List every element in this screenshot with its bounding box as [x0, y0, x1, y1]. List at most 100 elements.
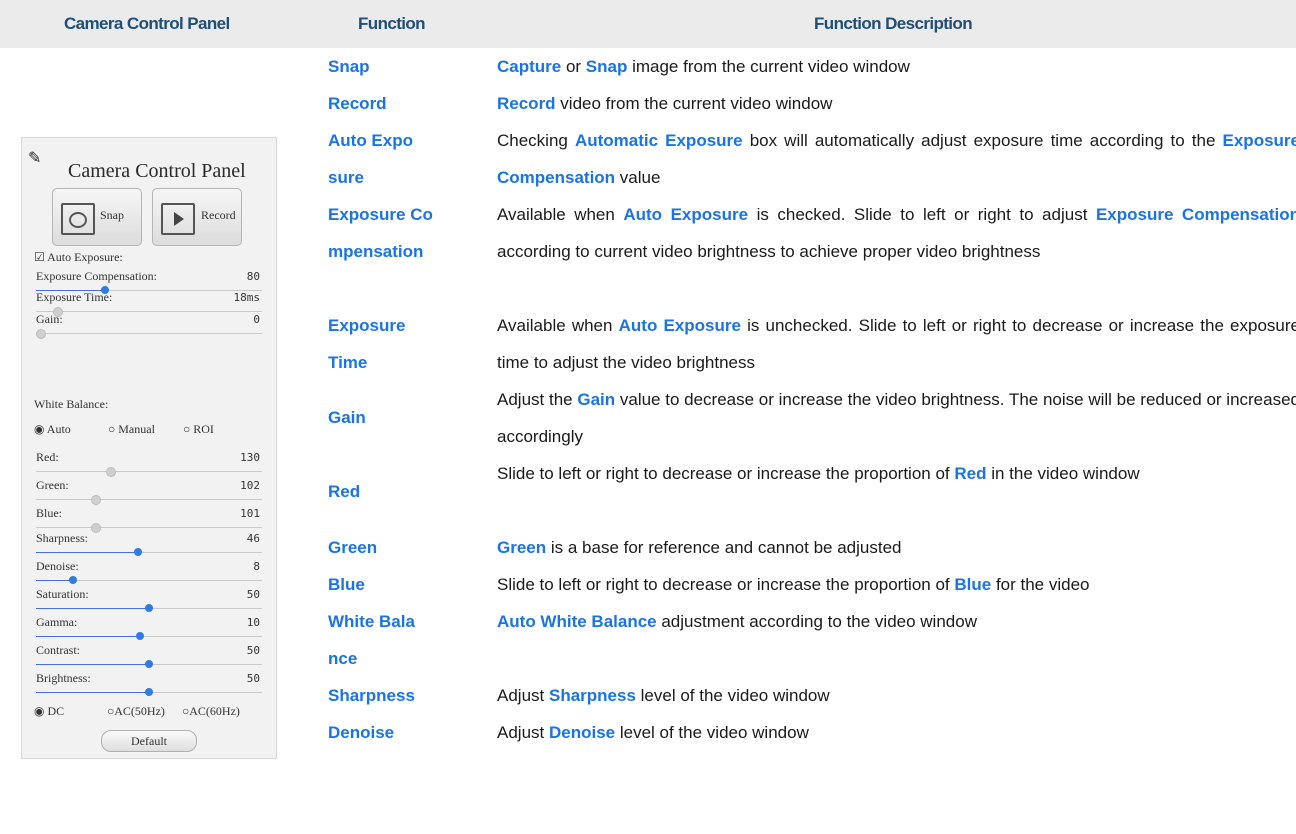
function-description: Adjust Sharpness level of the video wind… — [497, 686, 830, 705]
camera-icon — [61, 203, 95, 235]
header-function-description: Function Description — [814, 14, 973, 33]
slider-track[interactable] — [36, 548, 262, 556]
highlight-term: Snap — [585, 57, 628, 76]
function-description: Available when Auto Exposure is unchecke… — [497, 316, 1296, 372]
highlight-term: Auto Exposure — [618, 316, 741, 335]
highlight-term: Exposure Compensation — [1095, 205, 1296, 224]
slider-value: 50 — [246, 588, 260, 601]
function-description: Green is a base for reference and cannot… — [497, 538, 902, 557]
function-name: White Balance — [328, 612, 415, 668]
slider-label: Exposure Compensation: — [36, 269, 157, 283]
slider-value: 46 — [246, 532, 260, 545]
slider-label: Sharpness: — [36, 531, 88, 545]
function-name: Sharpness — [328, 686, 415, 705]
highlight-term: Record — [497, 94, 556, 113]
slider-knob[interactable] — [145, 660, 153, 668]
record-button-label: Record — [201, 208, 236, 222]
slider-label: Contrast: — [36, 643, 80, 657]
function-name: Record — [328, 94, 387, 113]
slider-value: 101 — [240, 507, 260, 520]
function-name: Auto Exposure — [328, 131, 413, 187]
snap-button[interactable]: Snap — [52, 188, 142, 246]
slider-value: 18ms — [233, 291, 261, 304]
function-name: Snap — [328, 57, 370, 76]
highlight-term: Denoise — [548, 723, 616, 742]
slider-track[interactable] — [36, 523, 262, 533]
function-name: Denoise — [328, 723, 395, 742]
wb-auto-radio[interactable]: ◉ Auto — [34, 422, 71, 437]
function-description: Available when Auto Exposure is checked.… — [497, 196, 1296, 270]
slider-knob[interactable] — [91, 523, 101, 533]
function-description: Slide to left or right to decrease or in… — [497, 575, 1090, 594]
slider-track[interactable] — [36, 632, 262, 640]
slider-knob[interactable] — [69, 576, 77, 584]
slider-knob[interactable] — [145, 688, 153, 696]
slider-track[interactable] — [36, 660, 262, 668]
highlight-term: Automatic Exposure — [574, 131, 743, 150]
slider-knob[interactable] — [36, 329, 46, 339]
function-name: Gain — [328, 408, 366, 427]
function-description: Record video from the current video wind… — [497, 94, 833, 113]
slider-value: 102 — [240, 479, 260, 492]
function-name: Exposure Compensation — [328, 205, 433, 261]
slider-track[interactable] — [36, 576, 262, 584]
slider-track[interactable] — [36, 604, 262, 612]
slider-knob[interactable] — [106, 467, 116, 477]
slider-value: 8 — [253, 560, 260, 573]
slider-label: Red: — [36, 450, 59, 464]
slider-label: Brightness: — [36, 671, 91, 685]
slider-value: 80 — [246, 270, 260, 283]
slider-label: Gain: — [36, 312, 63, 326]
highlight-term: Sharpness — [548, 686, 636, 705]
slider-label: Denoise: — [36, 559, 79, 573]
pin-icon: ✎ — [28, 150, 42, 167]
slider-track[interactable] — [36, 307, 262, 317]
slider-track[interactable] — [36, 495, 262, 505]
power-ac50-radio[interactable]: ○AC(50Hz) — [107, 704, 165, 719]
highlight-term: Auto Exposure — [623, 205, 749, 224]
slider-label: Exposure Time: — [36, 290, 113, 304]
highlight-term: Gain — [577, 390, 616, 409]
snap-button-label: Snap — [100, 208, 124, 222]
function-description: Checking Automatic Exposure box will aut… — [497, 122, 1296, 196]
white-balance-label: White Balance: — [34, 397, 109, 411]
slider-track[interactable] — [36, 467, 262, 477]
function-description: Auto White Balance adjustment according … — [497, 612, 977, 631]
highlight-term: Green — [497, 538, 547, 557]
slider-value: 50 — [246, 672, 260, 685]
record-button[interactable]: Record — [152, 188, 242, 246]
slider-value: 10 — [246, 616, 260, 629]
highlight-term: Blue — [954, 575, 992, 594]
header-camera-control-panel: Camera Control Panel — [64, 14, 230, 33]
slider-knob[interactable] — [145, 604, 153, 612]
header-function: Function — [358, 14, 426, 33]
slider-label: Blue: — [36, 506, 62, 520]
slider-label: Gamma: — [36, 615, 78, 629]
power-dc-radio[interactable]: ◉ DC — [34, 704, 64, 719]
slider-track[interactable] — [36, 688, 262, 696]
slider-knob[interactable] — [91, 495, 101, 505]
highlight-term: Capture — [497, 57, 562, 76]
function-description: Capture or Snap image from the current v… — [497, 57, 910, 76]
slider-value: 130 — [240, 451, 260, 464]
wb-roi-radio[interactable]: ○ ROI — [183, 422, 214, 437]
wb-manual-radio[interactable]: ○ Manual — [108, 422, 155, 437]
default-button[interactable]: Default — [101, 730, 197, 752]
video-icon — [161, 203, 195, 235]
highlight-term: Auto White Balance — [497, 612, 657, 631]
slider-label: Saturation: — [36, 587, 89, 601]
auto-exposure-checkbox[interactable]: ☑ Auto Exposure: — [34, 250, 123, 265]
slider-label: Green: — [36, 478, 69, 492]
slider-track[interactable] — [36, 329, 262, 339]
function-name: Green — [328, 538, 378, 557]
table-header: Camera Control Panel Function Function D… — [0, 0, 1296, 48]
camera-control-panel-image: ✎ Camera Control Panel Snap Record ☑ Aut… — [21, 137, 277, 759]
function-name: Exposure Time — [328, 316, 406, 372]
slider-knob[interactable] — [136, 632, 144, 640]
function-description: Adjust the Gain value to decrease or inc… — [497, 390, 1296, 446]
slider-knob[interactable] — [134, 548, 142, 556]
function-name: Blue — [328, 575, 365, 594]
function-name: Red — [328, 482, 361, 501]
slider-value: 50 — [246, 644, 260, 657]
power-ac60-radio[interactable]: ○AC(60Hz) — [182, 704, 240, 719]
